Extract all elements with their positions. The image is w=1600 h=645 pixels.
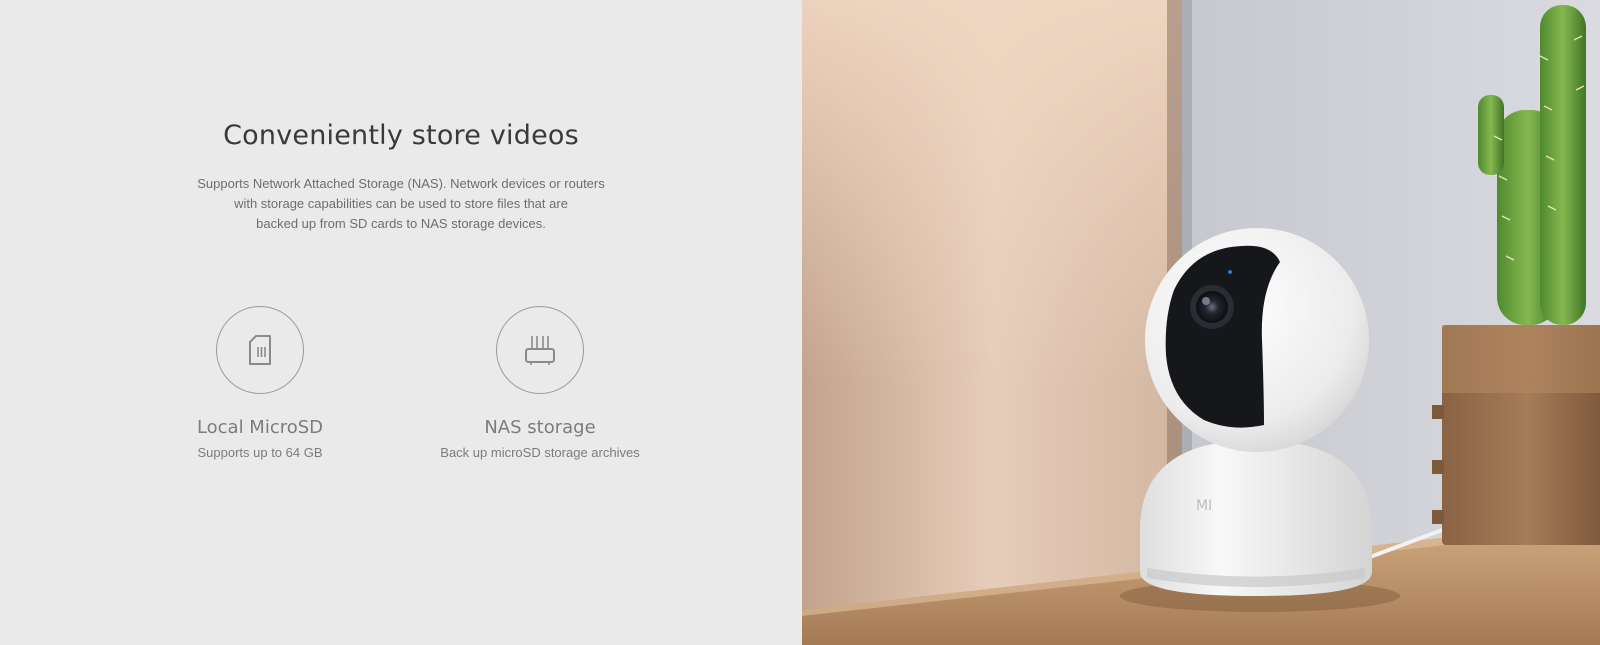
router-icon bbox=[496, 306, 584, 394]
storage-section: Conveniently store videos Supports Netwo… bbox=[0, 0, 802, 645]
section-title: Conveniently store videos bbox=[223, 120, 579, 151]
section-description: Supports Network Attached Storage (NAS).… bbox=[186, 174, 616, 234]
feature-title: Local MicroSD bbox=[196, 417, 324, 438]
description-line: with storage capabilities can be used to… bbox=[234, 196, 568, 211]
feature-local-microsd: Local MicroSD Supports up to 64 GB bbox=[130, 306, 390, 460]
sd-card-icon bbox=[216, 306, 304, 394]
feature-title: NAS storage bbox=[484, 417, 596, 438]
feature-subtitle: Supports up to 64 GB bbox=[197, 445, 323, 460]
feature-nas-storage: NAS storage Back up microSD storage arch… bbox=[410, 306, 670, 460]
brand-mark: MI bbox=[1196, 498, 1212, 514]
camera-photo: MI bbox=[802, 0, 1600, 645]
description-line: Supports Network Attached Storage (NAS).… bbox=[197, 176, 605, 191]
feature-subtitle: Back up microSD storage archives bbox=[440, 445, 640, 460]
description-line: backed up from SD cards to NAS storage d… bbox=[256, 216, 546, 231]
